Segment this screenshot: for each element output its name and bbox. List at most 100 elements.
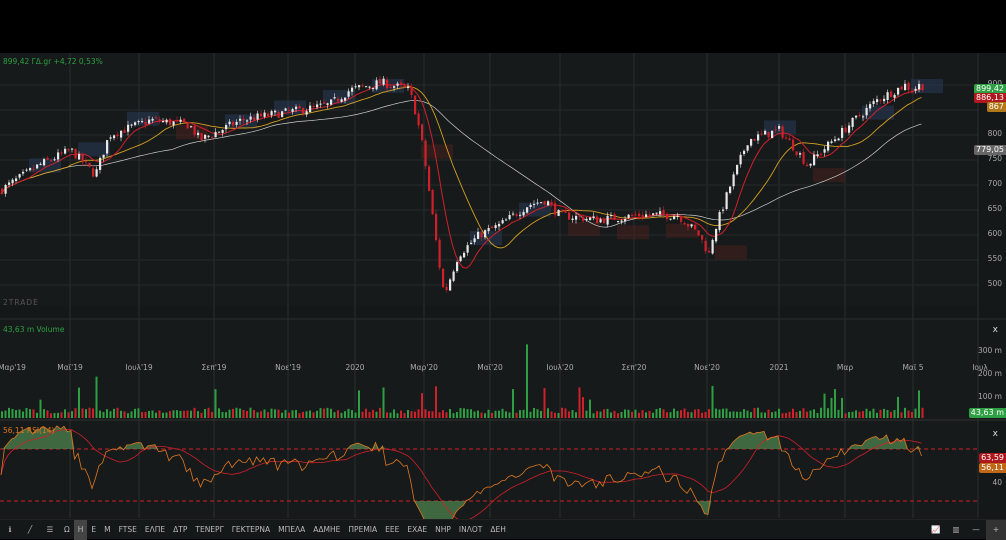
volume-bar	[260, 411, 262, 418]
symbol-tab[interactable]: ΕΧΑΕ	[403, 520, 431, 540]
candle-body	[858, 114, 861, 117]
volume-bar	[144, 411, 147, 418]
symbol-tab[interactable]: Μ	[100, 520, 114, 540]
volume-bar	[711, 385, 714, 418]
symbol-tab[interactable]: ΝΗΡ	[431, 520, 455, 540]
symbol-tab[interactable]: ΕΛΠΕ	[141, 520, 169, 540]
candle-body	[669, 218, 672, 220]
candle-body	[407, 86, 410, 88]
volume-bar	[596, 411, 598, 418]
symbol-tab[interactable]: ΕΕΕ	[381, 520, 403, 540]
symbol-tab[interactable]: ΔΕΗ	[486, 520, 510, 540]
symbol-tab[interactable]: FTSE	[115, 520, 141, 540]
symbol-tab[interactable]: ΔΤΡ	[169, 520, 191, 540]
volume-bar	[820, 407, 822, 418]
zoom-out-button[interactable]: —	[966, 520, 986, 540]
volume-bar	[354, 412, 357, 418]
volume-bar	[326, 407, 329, 418]
volume-bar	[732, 411, 735, 418]
volume-bar	[627, 409, 630, 418]
symbol-tab[interactable]: Ω	[60, 520, 74, 540]
candle-body	[477, 231, 480, 239]
volume-bar	[858, 411, 861, 418]
candle-body	[480, 232, 483, 238]
volume-bar	[715, 408, 717, 418]
candle-body	[85, 161, 88, 163]
volume-bar	[802, 408, 805, 418]
volume-bar	[421, 393, 423, 418]
chart-canvas[interactable]	[0, 53, 1006, 539]
candle-body	[414, 95, 417, 115]
candle-body	[620, 220, 623, 222]
volume-bar	[687, 411, 689, 418]
volume-bar	[473, 411, 476, 418]
volume-bar	[491, 412, 493, 418]
line-chart-icon[interactable]: 📈	[926, 520, 946, 540]
volume-bar	[547, 408, 549, 418]
demand-zone	[176, 125, 208, 140]
candle-body	[690, 224, 693, 227]
info-icon[interactable]: ℹ	[0, 520, 20, 540]
layout-grid-icon[interactable]: ☰	[40, 520, 60, 540]
candle-body	[687, 223, 690, 227]
time-axis-label: Ιουλ'19	[125, 363, 153, 372]
volume-bar	[431, 411, 434, 418]
volume-bar	[403, 413, 406, 418]
rsi-title: 56,11 RSI(14)	[3, 426, 55, 435]
candle-body	[522, 211, 525, 216]
volume-bar	[64, 409, 66, 418]
symbol-tab[interactable]: ΤΕΝΕΡΓ	[191, 520, 227, 540]
volume-bar	[918, 390, 920, 418]
candle-body	[295, 106, 298, 109]
candle-body	[774, 129, 777, 131]
rsi-close-button[interactable]: x	[993, 429, 998, 439]
volume-bar	[582, 397, 584, 418]
volume-bar	[113, 408, 115, 418]
volume-bar	[533, 407, 535, 418]
symbol-tab[interactable]: ΙΝΛΟΤ	[455, 520, 486, 540]
volume-bar	[739, 411, 742, 418]
candle-body	[662, 210, 665, 215]
candle-body	[302, 108, 305, 114]
volume-bar	[529, 411, 532, 418]
candle-body	[865, 107, 868, 116]
candle-body	[379, 79, 382, 84]
symbol-tab[interactable]: Η	[73, 519, 88, 540]
volume-bar	[267, 412, 269, 418]
volume-bar	[904, 407, 906, 418]
candle-body	[316, 104, 319, 108]
candle-body	[501, 220, 504, 224]
volume-bar	[638, 412, 640, 418]
candle-body	[904, 83, 907, 91]
volume-bar	[879, 409, 882, 418]
candle-body	[361, 85, 364, 87]
volume-bar	[221, 411, 224, 418]
candle-body	[876, 99, 879, 103]
volume-bar	[806, 411, 808, 418]
volume-bar	[540, 410, 542, 418]
volume-bar	[690, 412, 693, 418]
volume-bar	[862, 411, 864, 418]
volume-bar	[176, 410, 178, 418]
zoom-in-button[interactable]: +	[986, 519, 1006, 540]
volume-bar	[414, 411, 416, 418]
symbol-tab[interactable]: ΠΡΕΜΙΑ	[344, 520, 381, 540]
volume-bar	[750, 412, 752, 418]
volume-bar	[375, 411, 378, 418]
bar-chart-icon[interactable]: ▥	[946, 520, 966, 540]
symbol-tab[interactable]: ΜΠΕΛΑ	[274, 520, 309, 540]
symbol-tab[interactable]: ΑΔΜΗΕ	[309, 520, 344, 540]
symbol-tab[interactable]: Ε	[87, 520, 100, 540]
volume-bar	[1, 411, 3, 418]
candle-body	[393, 86, 396, 88]
demand-zone	[568, 222, 600, 237]
draw-line-icon[interactable]: ╱	[20, 520, 40, 540]
candle-body	[67, 149, 70, 151]
volume-bar	[438, 412, 441, 418]
volume-close-button[interactable]: x	[993, 325, 998, 335]
volume-bar	[172, 410, 175, 418]
candle-body	[400, 82, 403, 85]
candle-body	[214, 132, 217, 138]
candle-body	[165, 119, 168, 123]
symbol-tab[interactable]: ΓΕΚΤΕΡΝΑ	[228, 520, 274, 540]
